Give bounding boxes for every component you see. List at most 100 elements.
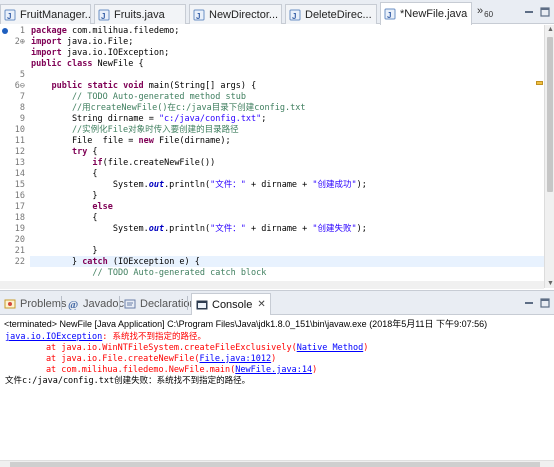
code-line: // TODO Auto-generated method stub [31,92,246,103]
code-token: package [31,26,67,36]
code-token: "c:/java/config.txt" [158,114,262,124]
tab-javadoc[interactable]: @ Javadoc [67,294,124,314]
code-line: System.out.println("文件：" + dirname + "创建… [31,180,367,191]
line-number: 9 [19,114,25,124]
editor-tab-bar: J FruitManager... J Fruits.java J NewDir… [0,0,554,25]
code-token: "文件：" [210,180,246,190]
hidden-tab-count: 60 [484,10,494,19]
code-token: .println( [164,180,211,190]
console-link[interactable]: File.java:1012 [199,354,271,364]
code-token: public [51,81,83,91]
code-token: (IOException e) { [107,257,200,267]
maximize-icon[interactable] [539,297,551,309]
line-number: 17 [14,202,25,212]
console-link[interactable]: NewFile.java:14 [235,365,312,375]
console-icon [196,299,208,311]
code-token: java.io.File; [61,37,134,47]
java-file-icon: J [384,8,396,20]
declaration-icon [124,298,136,310]
code-token: System. [31,224,149,234]
code-token: if [92,158,103,168]
code-line: { [31,169,98,180]
code-token: { [31,169,98,179]
line-number: 15 [14,180,25,190]
minimize-icon[interactable] [523,6,535,18]
code-line: public static void main(String[] args) { [31,81,256,92]
tab-label: Javadoc [83,298,124,310]
code-token: void [123,81,144,91]
code-line: } [31,246,98,257]
editor-tab-fruits[interactable]: J Fruits.java [94,4,186,24]
code-line: String dirname = "c:/java/config.txt"; [31,114,266,125]
svg-text:J: J [387,11,391,20]
code-token: 文件c:/java/config.txt创建失败：系统找不到指定的路径。 [5,376,251,386]
code-line: import java.io.IOException; [31,48,169,59]
code-token: else [92,202,113,212]
editor-horizontal-scrollbar[interactable] [0,281,544,289]
tab-overflow-button[interactable]: » 60 [477,5,494,20]
scrollbar-thumb[interactable] [547,37,553,192]
code-token: } [31,246,98,256]
java-file-icon: J [98,9,110,21]
code-token: public [31,59,62,69]
editor-tab-newdirectory[interactable]: J NewDirector... [189,4,282,24]
code-token: ) [271,354,277,364]
tab-console[interactable]: Console ✕ [191,293,271,315]
java-file-icon: J [193,9,205,21]
code-line: //实例化File对象时传入要创建的目录路径 [31,125,239,136]
code-line: try { [31,147,98,158]
code-token: NewFile { [92,59,144,69]
editor-vertical-scrollbar[interactable]: ▲ ▼ [544,25,554,288]
tab-problems[interactable]: Problems [4,294,66,314]
code-editor[interactable]: 1 2⊕ 5 6⊖ 7 8 9 10 11 12 13 14 15 16 17 … [0,25,544,288]
code-token: // TODO Auto-generated catch block [31,268,267,278]
close-tab-icon[interactable]: ✕ [257,299,265,310]
line-number: 11 [14,136,25,146]
code-token: com.milihua.filedemo; [66,26,180,36]
line-number: 18 [14,213,25,223]
code-line: import java.io.File; [31,37,133,48]
code-token: System. [31,180,149,190]
console-horizontal-scrollbar[interactable] [0,460,554,467]
maximize-icon[interactable] [539,6,551,18]
code-line: } catch (IOException e) { [31,257,200,268]
tab-declaration[interactable]: Declaration [124,294,196,314]
console-link[interactable]: java.io.IOException [5,332,102,342]
code-token: import [31,48,62,58]
code-line: //用createNewFile()在c:/java目录下创建config.tx… [31,103,306,114]
code-token: at java.io.WinNTFileSystem.createFileExc… [5,343,297,353]
console-line: at com.milihua.filedemo.NewFile.main(New… [5,365,317,376]
scrollbar-thumb[interactable] [10,462,540,467]
code-token: //实例化File对象时传入要创建的目录路径 [31,125,239,135]
editor-tab-label: NewDirector... [209,8,279,21]
code-token: } [31,257,83,267]
code-token: "创建失败" [312,224,357,234]
code-line: public class NewFile { [31,59,144,70]
line-number: 10 [14,125,25,135]
editor-tab-fruitmanager[interactable]: J FruitManager... [0,4,91,24]
chevron-double-right-icon: » [477,5,484,17]
code-line: System.out.println("文件：" + dirname + "创建… [31,224,367,235]
code-token: "创建成功" [312,180,357,190]
svg-text:J: J [101,12,105,21]
minimize-icon[interactable] [523,297,535,309]
breakpoint-icon[interactable] [1,26,9,34]
code-token: ; [261,114,267,124]
scroll-up-icon[interactable]: ▲ [547,26,554,33]
console-line: 文件c:/java/config.txt创建失败：系统找不到指定的路径。 [5,376,250,387]
code-token: File(dirname); [153,136,231,146]
code-token: catch [82,257,108,267]
editor-tab-deletedirectory[interactable]: J DeleteDirec... [285,4,377,24]
editor-tab-newfile[interactable]: J *NewFile.java ✕ [380,2,472,25]
line-number: 8 [19,103,25,113]
tab-separator [187,296,188,310]
warning-marker-icon[interactable] [536,81,543,85]
scroll-down-icon[interactable]: ▼ [547,280,554,287]
code-token: out [148,224,165,234]
line-number: 21 [14,246,25,256]
console-link[interactable]: Native Method [297,343,364,353]
javadoc-icon: @ [67,298,79,310]
